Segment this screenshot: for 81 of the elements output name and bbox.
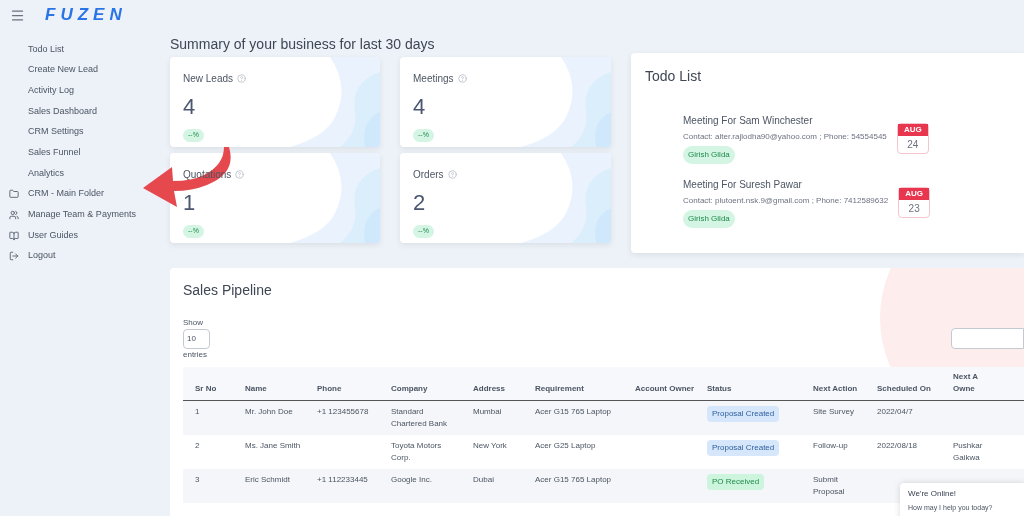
owner-badge: Girish Gilda [683,210,735,228]
entries-label: entries [183,349,207,361]
book-icon [9,230,19,241]
pipeline-title: Sales Pipeline [183,281,272,300]
table-cell: Pushkar Gaikwa [953,440,983,464]
column-header[interactable]: Phone [317,383,342,395]
stat-value: 1 [183,190,196,216]
column-header[interactable]: Address [473,383,505,395]
folder-icon [9,189,19,200]
status-badge: Proposal Created [707,440,780,456]
help-icon [457,74,467,83]
table-cell: Follow-up [813,440,848,452]
column-header[interactable]: Company [391,383,428,395]
people-icon [9,209,19,220]
stat-label: Meetings [413,72,454,86]
help-icon [447,170,457,179]
show-label: Show [183,317,203,329]
table-cell: Acer G15 765 Laptop [535,406,612,418]
table-cell: Mumbai [473,406,502,418]
column-header[interactable]: Requirement [535,383,584,395]
sidebar-item[interactable]: Sales Dashboard [28,104,98,119]
table-cell: New York [473,440,507,452]
date-badge: AUG 24 [896,123,929,154]
table-cell: +1 112233445 [317,474,368,486]
table-cell: 2022/04/7 [877,406,913,418]
table-cell-text: Submit Proposal [813,474,846,498]
status-badge: Proposal Created [707,406,780,422]
todo-contact: Contact: alter.rajlodha90@yahoo.com ; Phone: 54554545 [683,131,887,143]
table-cell: Dubai [473,474,494,486]
table-cell: Ms. Jane Smith [245,440,301,452]
column-header[interactable]: Scheduled On [877,383,931,395]
sidebar-item[interactable]: Todo List [28,42,65,57]
table-cell: Acer G15 765 Laptop [535,474,612,486]
search-field[interactable] [951,328,1024,349]
todo-item-title[interactable]: Meeting For Suresh Pawar [683,177,802,192]
table-cell-text: Toyota Motors Corp. [391,440,443,464]
sidebar-item[interactable]: Activity Log [28,83,75,98]
column-header[interactable]: Account Owner [635,383,695,395]
stat-value: 2 [413,190,426,216]
sidebar-item[interactable]: Manage Team & Payments [28,208,136,222]
sidebar-item[interactable]: CRM Settings [28,125,84,139]
logout-icon [9,251,19,262]
page-size-select[interactable]: 10 [183,329,210,349]
column-header[interactable]: Name [245,383,267,395]
table-cell: +1 123455678 [317,406,369,418]
table-cell: Acer G25 Laptop [535,440,596,452]
todo-title: Todo List [645,67,702,86]
sidebar-item[interactable]: Create New Lead [28,63,99,77]
table-cell: Google Inc. [391,474,432,486]
todo-contact: Contact: plutoent.nsk.9@gmail.com ; Phone: 7412589632 [683,195,889,207]
sidebar-item[interactable]: Logout [28,249,56,263]
column-header[interactable]: Sr No [195,383,217,395]
table-cell: 2022/08/18 [877,440,918,452]
todo-item-title[interactable]: Meeting For Sam Winchester [683,113,813,128]
table-cell: 2 [195,440,200,452]
column-header[interactable]: Next Action [813,383,858,395]
chat-title: We're Online! [908,488,957,500]
menu-icon[interactable] [10,7,25,23]
help-icon [235,170,245,179]
help-icon [237,74,247,83]
owner-badge: Girish Gilda [683,146,735,164]
table-cell: 3 [195,474,200,486]
stat-value: 4 [413,94,426,120]
column-header[interactable]: Next A Owne [953,371,979,395]
summary-title: Summary of your business for last 30 days [170,36,436,52]
date-badge: AUG 23 [898,187,931,218]
status-badge: PO Received [707,474,765,490]
table-cell: Eric Schmidt [245,474,290,486]
column-header[interactable]: Status [707,383,732,395]
table-cell: Site Survey [813,406,854,418]
sidebar-item[interactable]: CRM - Main Folder [28,187,104,201]
stat-label: New Leads [183,72,234,86]
table-cell: 1 [195,406,200,418]
sidebar-item[interactable]: Analytics [28,166,64,181]
sidebar-item[interactable]: Sales Funnel [28,146,81,160]
table-cell: Mr. John Doe [245,406,293,418]
table-cell-text: Standard Chartered Bank [391,406,449,430]
stat-value: 4 [183,94,196,120]
stat-label: Orders [413,168,444,182]
brand-logo[interactable]: FUZEN [45,2,127,28]
sidebar-item[interactable]: User Guides [28,228,79,243]
